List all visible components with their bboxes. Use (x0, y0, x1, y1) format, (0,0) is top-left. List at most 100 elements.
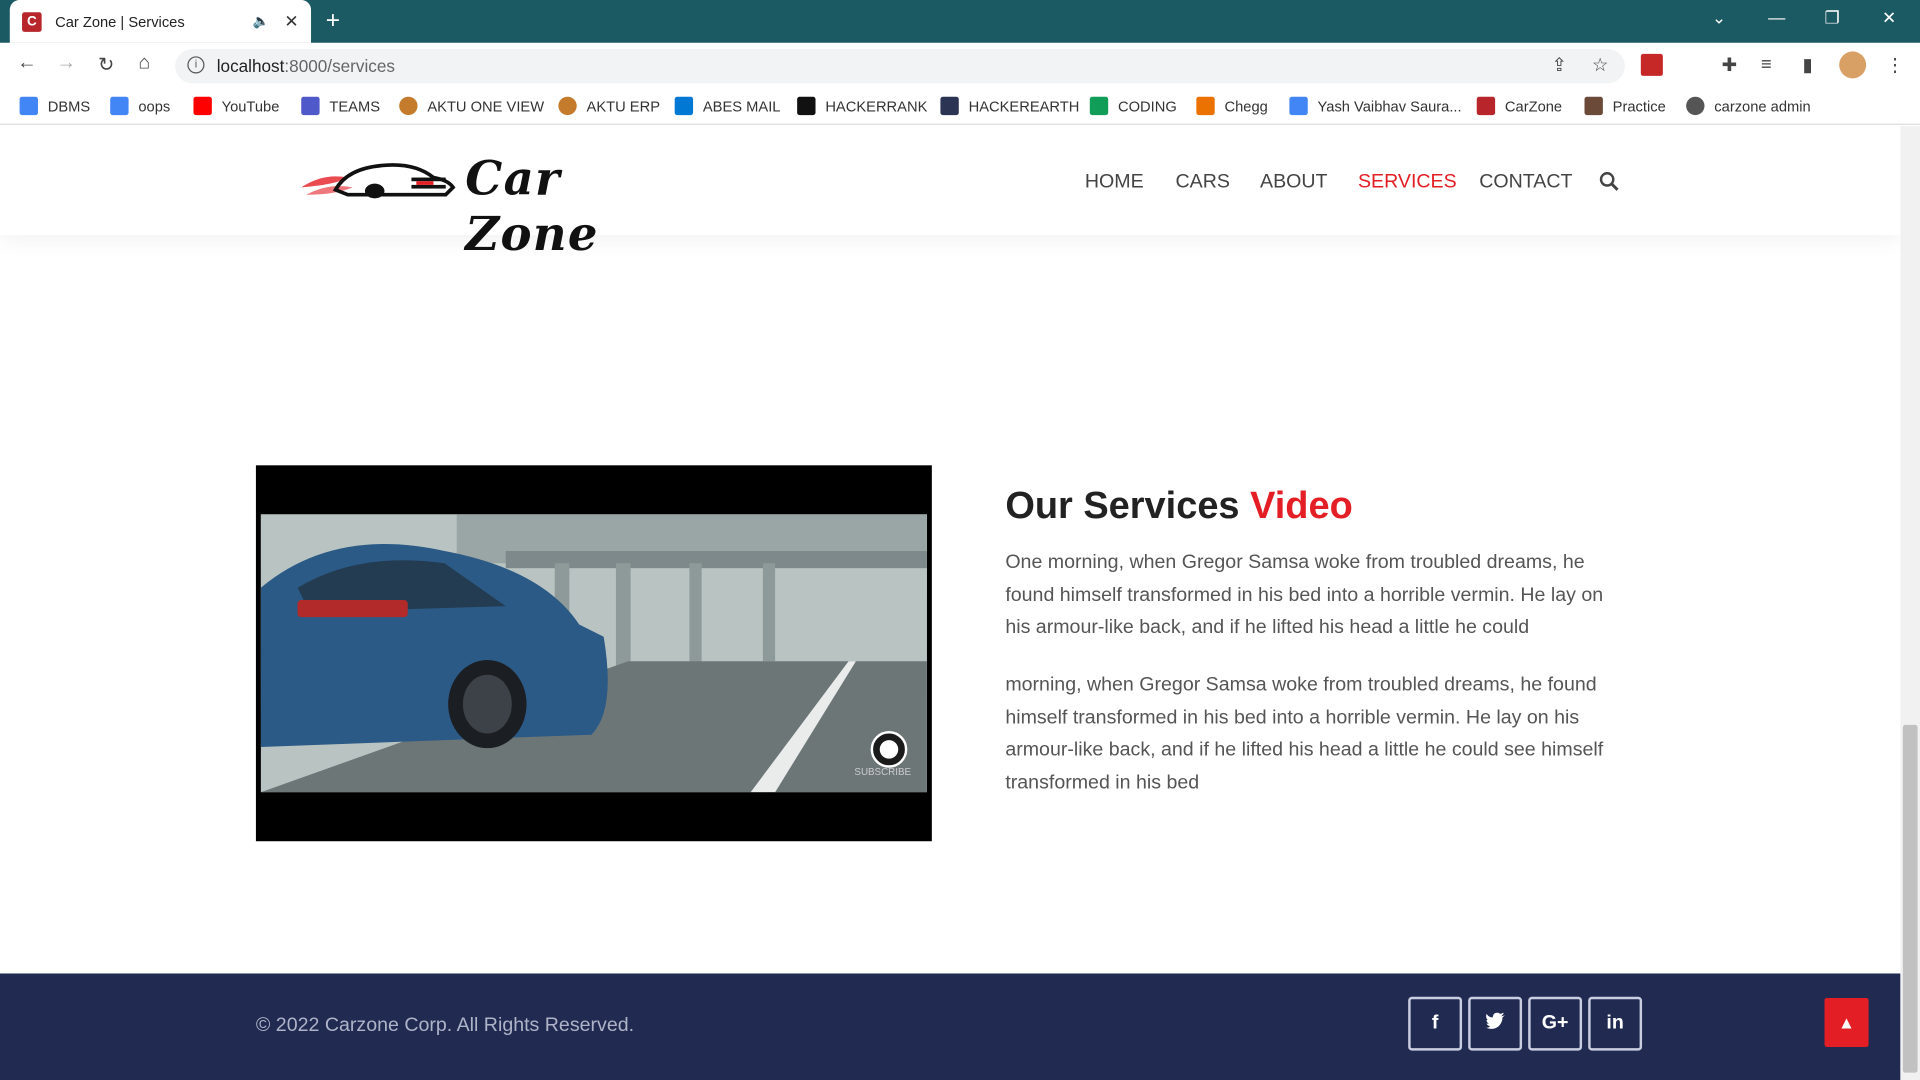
seal-icon (558, 96, 577, 116)
restore-button[interactable]: ❐ (1825, 7, 1840, 28)
globe-icon (1686, 96, 1705, 116)
doc-icon (1289, 96, 1308, 116)
bookmark-aktu-erp[interactable]: AKTU ERP (558, 96, 661, 116)
tab-search-icon[interactable]: ⌄ (1712, 7, 1726, 28)
bookmark-dbms[interactable]: DBMS (19, 96, 91, 116)
side-panel-icon[interactable]: ▮ (1802, 54, 1812, 76)
bookmark-label: TEAMS (329, 97, 381, 115)
url-text[interactable]: localhost:8000/services (217, 56, 395, 76)
bmw-logo-icon[interactable] (870, 731, 908, 768)
heading-accent: Video (1250, 483, 1353, 527)
browser-tab[interactable]: C Car Zone | Services 🔈 ✕ (9, 0, 312, 43)
extensions-puzzle-icon[interactable]: ✚ (1722, 54, 1737, 76)
forward-icon[interactable]: → (56, 53, 76, 75)
extension-icon[interactable] (1640, 53, 1663, 76)
bookmark-teams[interactable]: TEAMS (301, 96, 381, 116)
site-info-icon[interactable]: i (187, 56, 205, 74)
menu-kebab-icon[interactable]: ⋮ (1886, 54, 1904, 76)
bookmark-hackerrank[interactable]: HACKERRANK (797, 96, 927, 116)
bookmark-practice[interactable]: Practice (1584, 96, 1666, 116)
bookmark-coding[interactable]: CODING (1089, 96, 1177, 116)
hackerrank-icon (797, 96, 816, 116)
carzone-icon (1476, 96, 1496, 116)
logo-text: Car Zone (465, 150, 599, 261)
video-thumbnail[interactable]: SUBSCRIBE (260, 514, 927, 793)
bookmark-carzone[interactable]: CarZone (1476, 96, 1563, 116)
bookmarks-bar: DBMS oops YouTube TEAMS AKTU ONE VIEW AK… (0, 88, 1920, 125)
car-video-still (260, 514, 927, 793)
profile-avatar[interactable] (1839, 51, 1867, 79)
bookmark-label: ABES MAIL (702, 97, 781, 115)
search-icon[interactable] (1599, 171, 1619, 197)
back-to-top-button[interactable]: ▲ (1824, 997, 1869, 1047)
browser-window: C Car Zone | Services 🔈 ✕ + ⌄ — ❐ ✕ ← → … (0, 0, 1920, 1080)
bookmark-aktu-one-view[interactable]: AKTU ONE VIEW (399, 96, 545, 116)
google-plus-icon: G+ (1541, 1012, 1569, 1034)
services-heading: Our Services Video (1005, 484, 1352, 528)
media-control-icon[interactable]: ≡ (1761, 54, 1772, 75)
twitter-icon (1485, 1012, 1505, 1035)
bookmark-label: oops (138, 97, 171, 115)
seal-icon (399, 96, 418, 116)
doc-icon (19, 96, 38, 116)
tab-title: Car Zone | Services (55, 12, 185, 31)
home-icon[interactable]: ⌂ (138, 53, 150, 75)
bookmark-star-icon[interactable]: ☆ (1592, 54, 1608, 76)
page-content: Car Zone HOME CARS ABOUT SERVICES CONTAC… (0, 126, 1901, 1080)
nav-cars[interactable]: CARS (1176, 171, 1230, 193)
bookmark-label: AKTU ONE VIEW (427, 97, 545, 115)
google-plus-button[interactable]: G+ (1528, 996, 1583, 1051)
share-icon[interactable]: ⇪ (1551, 54, 1566, 76)
chegg-icon (1196, 96, 1215, 116)
site-header: Car Zone HOME CARS ABOUT SERVICES CONTAC… (0, 126, 1901, 261)
nav-about[interactable]: ABOUT (1260, 171, 1328, 193)
bookmark-label: YouTube (221, 97, 280, 115)
linkedin-button[interactable]: in (1588, 996, 1643, 1051)
url-host: localhost (216, 56, 285, 76)
tab-favicon: C (22, 11, 42, 32)
teams-icon (301, 96, 320, 116)
speaker-icon[interactable]: 🔈 (253, 13, 270, 30)
nav-contact[interactable]: CONTACT (1479, 171, 1572, 193)
doc-icon (110, 96, 129, 116)
copyright-text: © 2022 Carzone Corp. All Rights Reserved… (255, 1015, 635, 1036)
bookmark-youtube[interactable]: YouTube (193, 96, 280, 116)
subscribe-label[interactable]: SUBSCRIBE (854, 767, 911, 778)
bookmark-abes-mail[interactable]: ABES MAIL (674, 96, 781, 116)
minimize-button[interactable]: — (1768, 7, 1785, 27)
video-player[interactable]: SUBSCRIBE (255, 465, 932, 842)
bookmark-label: DBMS (47, 97, 91, 115)
plus-icon (1089, 96, 1109, 116)
address-bar[interactable]: i localhost:8000/services ⇪ ☆ (175, 48, 1625, 84)
bookmark-label: carzone admin (1714, 97, 1811, 115)
bookmark-hackerearth[interactable]: HACKEREARTH (940, 96, 1080, 116)
bookmark-oops[interactable]: oops (110, 96, 171, 116)
bookmark-carzone-admin[interactable]: carzone admin (1686, 96, 1811, 116)
bookmark-label: CarZone (1504, 97, 1563, 115)
bookmark-label: HACKEREARTH (968, 97, 1080, 115)
site-footer: © 2022 Carzone Corp. All Rights Reserved… (0, 973, 1901, 1080)
car-logo-icon (301, 163, 456, 199)
back-icon[interactable]: ← (17, 53, 37, 75)
site-logo[interactable]: Car Zone (299, 151, 691, 261)
facebook-icon: f (1431, 1012, 1439, 1034)
facebook-button[interactable]: f (1408, 996, 1463, 1051)
reload-icon[interactable]: ↻ (98, 53, 114, 77)
hackerearth-icon (940, 96, 959, 116)
close-tab-icon[interactable]: ✕ (284, 11, 298, 32)
bookmark-label: CODING (1117, 97, 1177, 115)
scrollbar-thumb[interactable] (1902, 724, 1918, 1073)
youtube-icon (193, 96, 212, 116)
bookmark-yash[interactable]: Yash Vaibhav Saura... (1289, 96, 1462, 116)
bookmark-label: AKTU ERP (586, 97, 661, 115)
twitter-button[interactable] (1468, 996, 1523, 1051)
services-paragraph-2: morning, when Gregor Samsa woke from tro… (1005, 674, 1604, 793)
linkedin-icon: in (1606, 1012, 1624, 1034)
nav-services[interactable]: SERVICES (1358, 171, 1457, 193)
window-close-button[interactable]: ✕ (1882, 7, 1896, 28)
bookmark-chegg[interactable]: Chegg (1196, 96, 1268, 116)
new-tab-button[interactable]: + (326, 7, 340, 35)
tab-strip: C Car Zone | Services 🔈 ✕ + ⌄ — ❐ ✕ (0, 0, 1920, 43)
nav-home[interactable]: HOME (1085, 171, 1144, 193)
cc-icon (1584, 96, 1603, 116)
